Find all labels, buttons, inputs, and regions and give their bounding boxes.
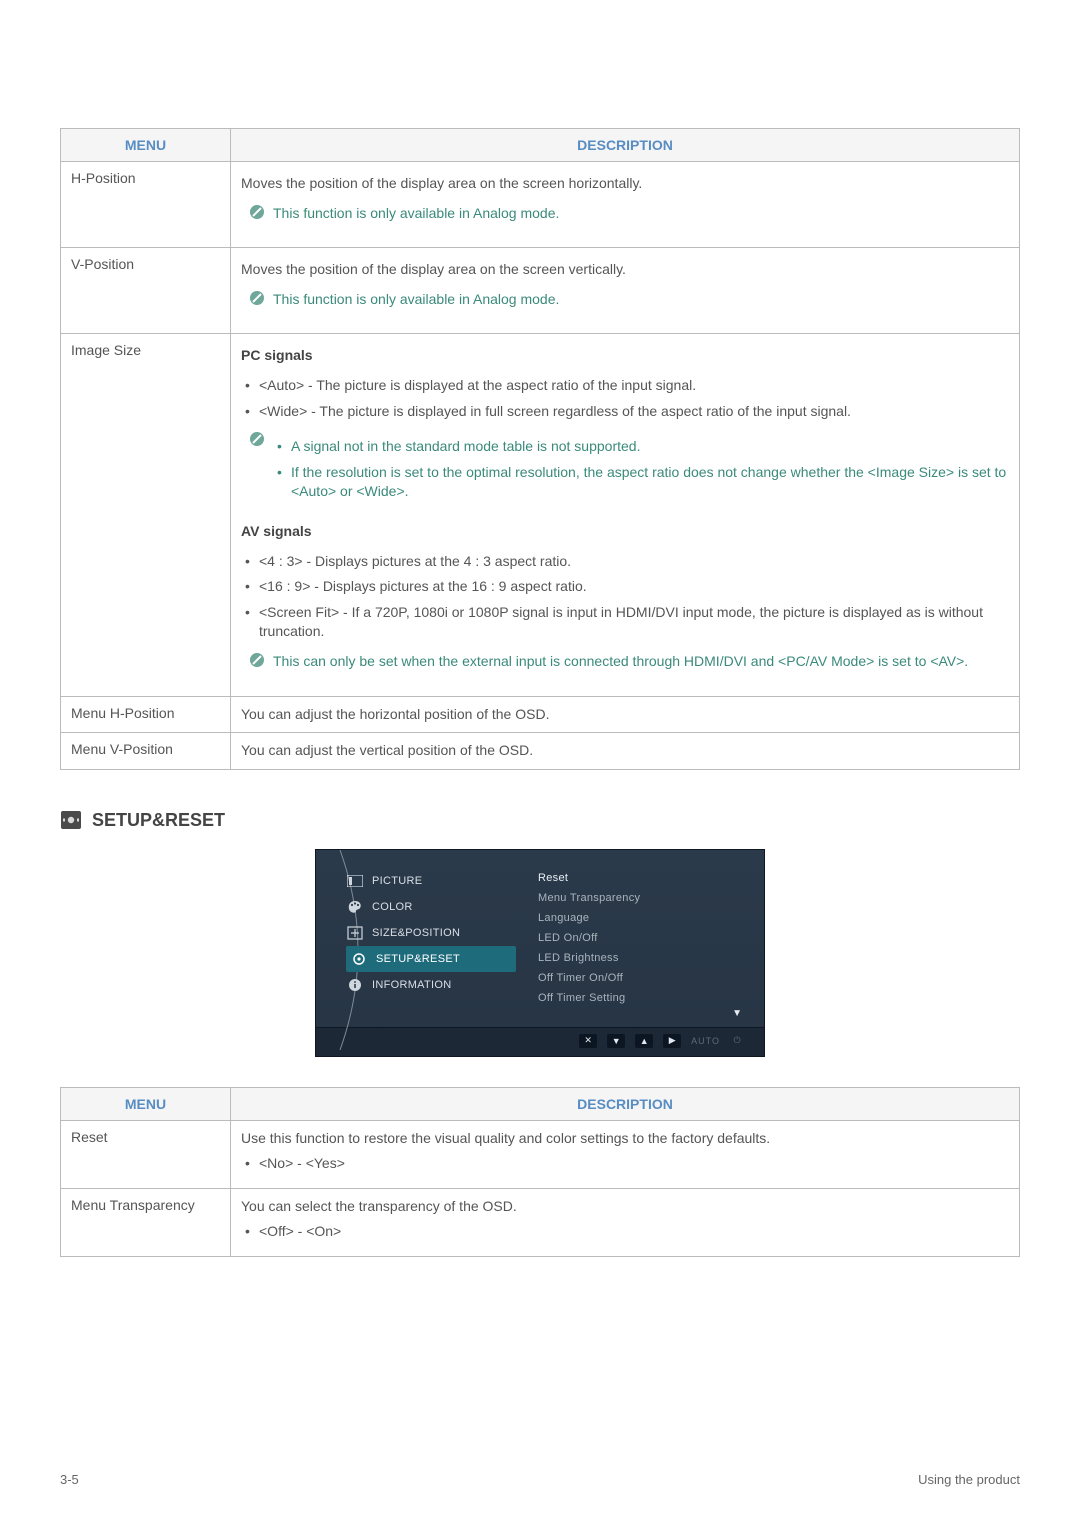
note-icon xyxy=(249,204,265,220)
size-position-icon xyxy=(346,924,364,942)
osd-up-icon: ▲ xyxy=(635,1034,653,1048)
osd-right-item: Off Timer Setting xyxy=(538,988,744,1008)
osd-right-item: LED On/Off xyxy=(538,928,744,948)
av-signals-heading: AV signals xyxy=(241,522,1009,542)
osd-enter-icon: ▶ xyxy=(663,1034,681,1048)
color-icon xyxy=(346,898,364,916)
note-icon xyxy=(249,431,265,447)
menu-label: V-Position xyxy=(61,248,231,334)
note-text: This function is only available in Analo… xyxy=(273,204,1009,224)
osd-screenshot: PICTURE COLOR SIZE&POSITION SETUP&R xyxy=(315,849,765,1057)
info-icon xyxy=(346,976,364,994)
description-text: Use this function to restore the visual … xyxy=(241,1129,1009,1149)
note-icon xyxy=(249,652,265,668)
table-row: V-Position Moves the position of the dis… xyxy=(61,248,1020,334)
description-text: You can adjust the horizontal position o… xyxy=(241,705,1009,725)
description-text: You can select the transparency of the O… xyxy=(241,1197,1009,1217)
note-text: This function is only available in Analo… xyxy=(273,290,1009,310)
table-header-menu: MENU xyxy=(61,1087,231,1120)
table-header-description: DESCRIPTION xyxy=(231,129,1020,162)
menu-description-table-1: MENU DESCRIPTION H-Position Moves the po… xyxy=(60,128,1020,770)
osd-menu-label: SETUP&RESET xyxy=(376,953,460,965)
osd-menu-label: COLOR xyxy=(372,901,413,913)
list-item: <Screen Fit> - If a 720P, 1080i or 1080P… xyxy=(241,603,1009,642)
menu-label: Menu H-Position xyxy=(61,696,231,733)
osd-menu-setup-reset: SETUP&RESET xyxy=(346,946,516,972)
osd-menu-label: INFORMATION xyxy=(372,979,451,991)
menu-label: Menu Transparency xyxy=(61,1188,231,1256)
osd-right-item: Language xyxy=(538,908,744,928)
gear-icon xyxy=(350,950,368,968)
table-row: Menu V-Position You can adjust the verti… xyxy=(61,733,1020,770)
osd-menu-information: INFORMATION xyxy=(346,972,516,998)
menu-description-table-2: MENU DESCRIPTION Reset Use this function… xyxy=(60,1087,1020,1257)
osd-right-item: Off Timer On/Off xyxy=(538,968,744,988)
list-item: <4 : 3> - Displays pictures at the 4 : 3… xyxy=(241,552,1009,572)
osd-menu-size-position: SIZE&POSITION xyxy=(346,920,516,946)
description-text: Moves the position of the display area o… xyxy=(241,174,1009,194)
table-row: H-Position Moves the position of the dis… xyxy=(61,162,1020,248)
menu-label: Reset xyxy=(61,1120,231,1188)
table-row: Image Size PC signals <Auto> - The pictu… xyxy=(61,334,1020,696)
osd-power-icon: ⏻ xyxy=(730,1034,744,1048)
list-item: <Off> - <On> xyxy=(241,1222,1009,1242)
note-text: This can only be set when the external i… xyxy=(273,652,1009,672)
osd-right-item: Reset xyxy=(538,868,744,888)
setup-reset-heading: SETUP&RESET xyxy=(92,810,225,831)
osd-menu-label: PICTURE xyxy=(372,875,422,887)
note-list-item: If the resolution is set to the optimal … xyxy=(273,463,1009,502)
menu-label: Image Size xyxy=(61,334,231,696)
note-list-item: A signal not in the standard mode table … xyxy=(273,437,1009,457)
osd-auto-label: AUTO xyxy=(691,1034,720,1048)
osd-menu-color: COLOR xyxy=(346,894,516,920)
osd-close-icon: ✕ xyxy=(579,1034,597,1048)
down-arrow-icon: ▼ xyxy=(538,1008,744,1019)
setup-reset-section-icon xyxy=(60,810,82,830)
table-header-menu: MENU xyxy=(61,129,231,162)
page-number: 3-5 xyxy=(60,1472,79,1487)
picture-icon xyxy=(346,872,364,890)
description-text: You can adjust the vertical position of … xyxy=(241,741,1009,761)
osd-right-item: LED Brightness xyxy=(538,948,744,968)
list-item: <No> - <Yes> xyxy=(241,1154,1009,1174)
footer-section-label: Using the product xyxy=(918,1472,1020,1487)
description-text: Moves the position of the display area o… xyxy=(241,260,1009,280)
table-row: Reset Use this function to restore the v… xyxy=(61,1120,1020,1188)
list-item: <Auto> - The picture is displayed at the… xyxy=(241,376,1009,396)
menu-label: Menu V-Position xyxy=(61,733,231,770)
note-icon xyxy=(249,290,265,306)
osd-menu-label: SIZE&POSITION xyxy=(372,927,460,939)
table-row: Menu H-Position You can adjust the horiz… xyxy=(61,696,1020,733)
list-item: <Wide> - The picture is displayed in ful… xyxy=(241,402,1009,422)
osd-down-icon: ▼ xyxy=(607,1034,625,1048)
osd-menu-picture: PICTURE xyxy=(346,868,516,894)
list-item: <16 : 9> - Displays pictures at the 16 :… xyxy=(241,577,1009,597)
pc-signals-heading: PC signals xyxy=(241,346,1009,366)
table-row: Menu Transparency You can select the tra… xyxy=(61,1188,1020,1256)
menu-label: H-Position xyxy=(61,162,231,248)
osd-right-item: Menu Transparency xyxy=(538,888,744,908)
table-header-description: DESCRIPTION xyxy=(231,1087,1020,1120)
